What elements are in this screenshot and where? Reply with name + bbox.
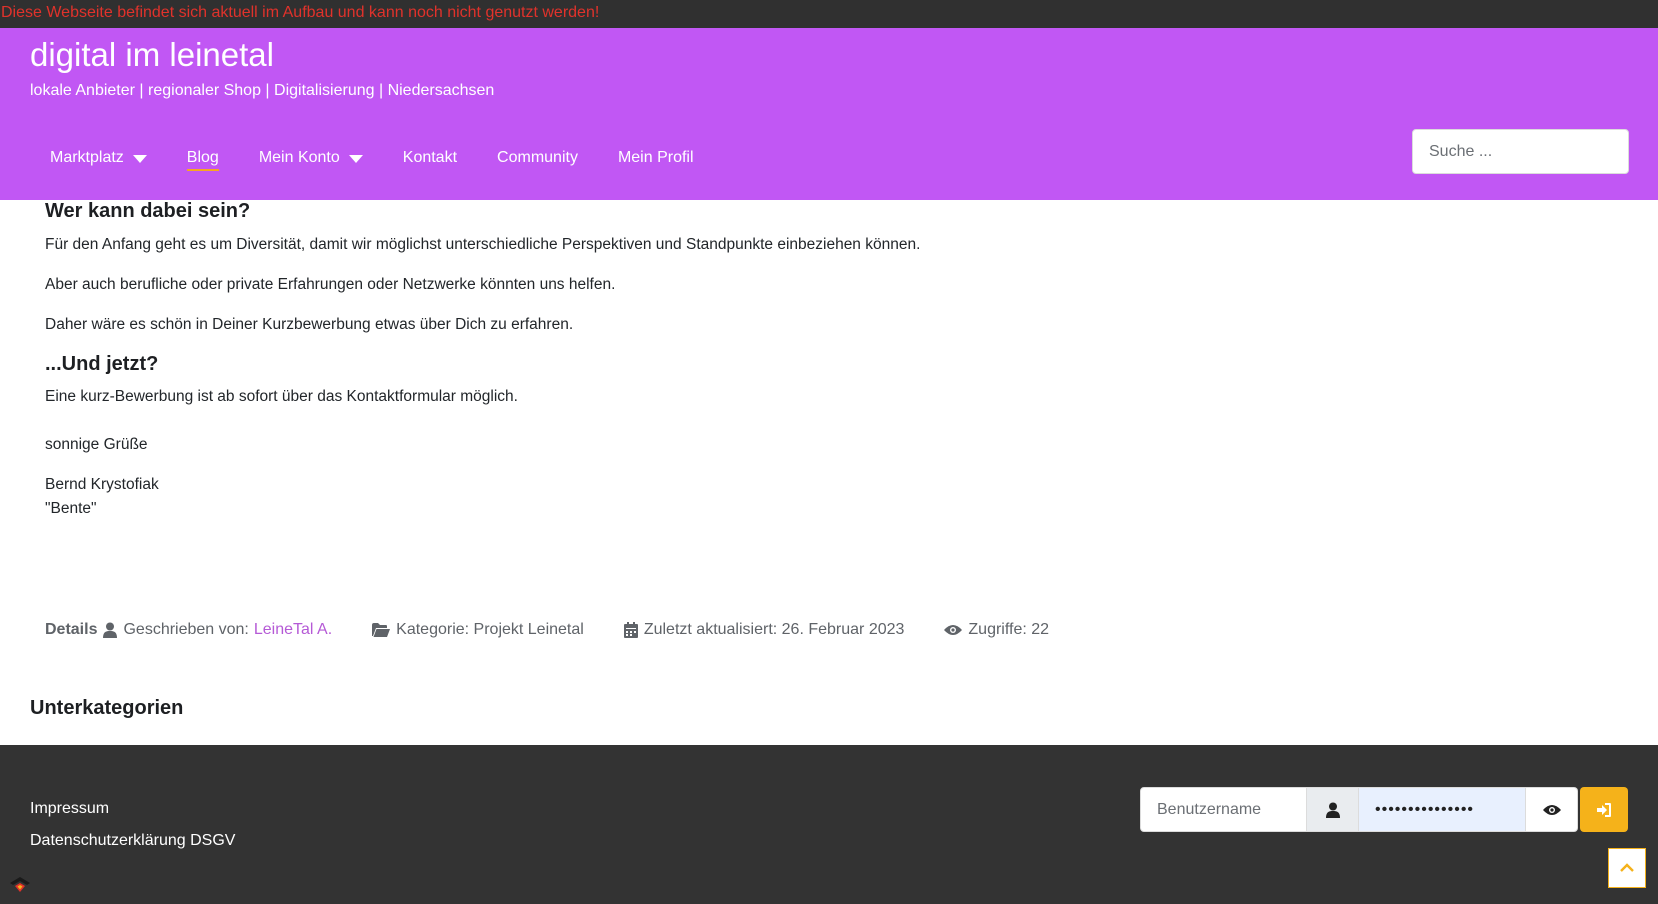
heading-und-jetzt: ...Und jetzt? (45, 353, 159, 375)
nav-item-label: Mein Profil (617, 149, 694, 166)
nav-item-label: Kontakt (402, 149, 458, 166)
paragraph: Daher wäre es schön in Deiner Kurzbewerb… (45, 316, 574, 333)
username-input[interactable] (1140, 787, 1307, 832)
hits-text: Zugriffe: 22 (968, 621, 1050, 638)
nav-item-label: Community (497, 149, 578, 166)
category-text: Kategorie: Projekt Leinetal (396, 621, 584, 638)
eye-icon (944, 625, 963, 635)
nav-item-community[interactable]: Community (497, 143, 578, 173)
paragraph: Eine kurz-Bewerbung ist ab sofort über d… (45, 388, 518, 405)
updated-text: Zuletzt aktualisiert: 26. Februar 2023 (643, 621, 905, 638)
site-title[interactable]: digital im leinetal (30, 36, 274, 74)
site-header: digital im leinetal lokale Anbieter | re… (0, 28, 1658, 200)
details-category: Kategorie: Projekt Leinetal (372, 621, 584, 639)
details-hits: Zugriffe: 22 (944, 621, 1049, 639)
main-nav: Marktplatz Blog Mein Konto Kontakt Commu… (30, 140, 734, 176)
nav-item-marktplatz[interactable]: Marktplatz (50, 143, 147, 173)
password-input[interactable] (1359, 787, 1526, 832)
author-link[interactable]: LeineTal A. (254, 621, 332, 639)
details-updated: Zuletzt aktualisiert: 26. Februar 2023 (623, 621, 905, 639)
construction-notice: Diese Webseite befindet sich aktuell im … (0, 0, 1658, 28)
heading-wer-kann-dabei-sein: Wer kann dabei sein? (45, 200, 251, 222)
nav-item-mein-konto[interactable]: Mein Konto (259, 143, 363, 173)
caret-down-icon (132, 155, 147, 163)
caret-down-icon (348, 155, 363, 163)
login-form (1140, 787, 1628, 832)
calendar-icon (623, 622, 638, 638)
nav-item-mein-profil[interactable]: Mein Profil (618, 143, 694, 173)
cms-logo-icon (9, 876, 31, 899)
sign-in-icon (1597, 802, 1611, 817)
subcategories-heading: Unterkategorien (30, 697, 184, 719)
search-input[interactable] (1412, 129, 1629, 174)
login-button[interactable] (1580, 787, 1628, 832)
folder-open-icon (372, 623, 391, 637)
author-name: Bernd Krystofiak (45, 476, 159, 493)
back-to-top-button[interactable] (1608, 848, 1646, 888)
nav-item-label: Blog (186, 149, 219, 166)
user-icon (103, 622, 118, 638)
privacy-link[interactable]: Datenschutzerklärung DSGV (30, 832, 235, 850)
user-icon (1325, 802, 1340, 818)
paragraph: Aber auch berufliche oder private Erfahr… (45, 276, 616, 293)
eye-icon (1542, 804, 1561, 815)
username-addon (1307, 787, 1359, 832)
nav-item-label: Mein Konto (258, 149, 340, 166)
impressum-link[interactable]: Impressum (30, 800, 109, 818)
show-password-button[interactable] (1526, 787, 1578, 832)
greeting: sonnige Grüße (45, 436, 148, 453)
article-details: Details Geschrieben von: LeineTal A. Kat… (45, 619, 1089, 641)
details-label: Details (45, 621, 98, 638)
paragraph: Für den Anfang geht es um Diversität, da… (45, 236, 921, 253)
nav-item-kontakt[interactable]: Kontakt (403, 143, 457, 173)
written-by-text: Geschrieben von: (123, 621, 249, 638)
site-tagline: lokale Anbieter | regionaler Shop | Digi… (30, 82, 495, 99)
nav-item-blog[interactable]: Blog (186, 143, 219, 173)
nav-item-label: Marktplatz (50, 149, 124, 166)
author-nickname: "Bente" (45, 500, 97, 517)
chevron-up-icon (1620, 863, 1634, 872)
details-author: Geschrieben von: LeineTal A. (103, 621, 332, 639)
